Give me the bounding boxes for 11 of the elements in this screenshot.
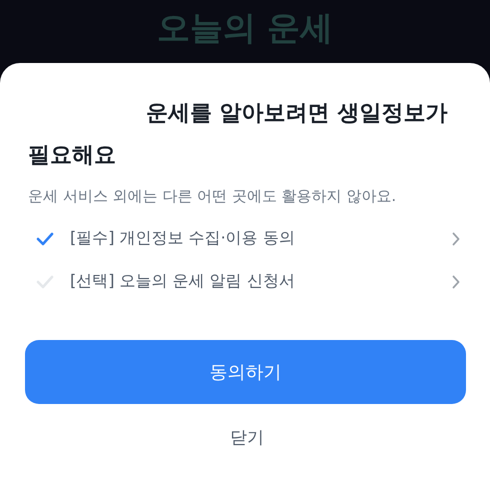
- chevron-right-icon: [452, 274, 460, 288]
- sheet-heading: 운세를 알아보려면 생일정보가 필요해요: [28, 100, 448, 170]
- agreement-label: [필수] 개인정보 수집·이용 동의: [70, 228, 296, 249]
- agreement-item[interactable]: [선택] 오늘의 운세 알림 신청서: [28, 271, 466, 292]
- close-button[interactable]: 닫기: [222, 422, 272, 453]
- agreement-label: [선택] 오늘의 운세 알림 신청서: [70, 271, 296, 292]
- chevron-right-icon: [452, 232, 460, 246]
- checkmark-icon[interactable]: [36, 232, 54, 246]
- sheet-description: 운세 서비스 외에는 다른 어떤 곳에도 활용하지 않아요.: [28, 187, 396, 206]
- agree-button[interactable]: 동의하기: [25, 340, 466, 404]
- agreement-item[interactable]: [필수] 개인정보 수집·이용 동의: [28, 228, 466, 249]
